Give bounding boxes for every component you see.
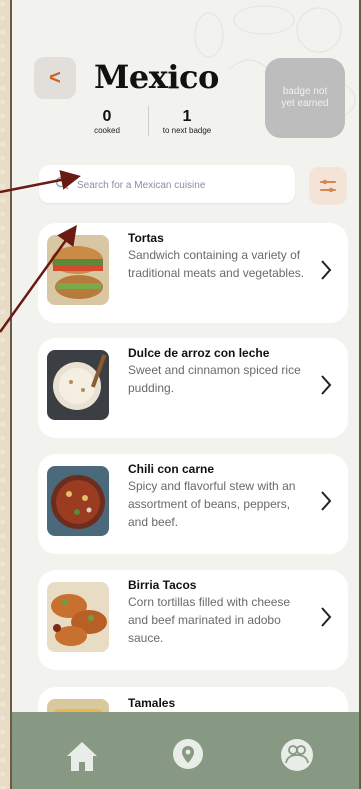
dish-description: Sweet and cinnamon spiced rice pudding.: [128, 363, 301, 395]
dish-card[interactable]: Birria Tacos Corn tortillas filled with …: [38, 570, 348, 670]
badge-status-text: badge not yet earned: [281, 86, 329, 109]
cooked-stat: 0 cooked: [72, 108, 142, 136]
dish-name: Tortas: [128, 231, 164, 245]
search-bar[interactable]: [39, 165, 295, 205]
dish-description: Corn tortillas filled with cheese and be…: [128, 595, 291, 645]
back-button[interactable]: <: [34, 57, 76, 99]
cooked-label: cooked: [94, 126, 120, 135]
chevron-right-icon: [321, 260, 332, 280]
dish-name: Dulce de arroz con leche: [128, 346, 270, 360]
dish-image: [47, 582, 109, 652]
search-input[interactable]: [75, 165, 289, 205]
home-icon[interactable]: [64, 738, 100, 774]
badge-placeholder[interactable]: badge not yet earned: [265, 58, 345, 138]
dish-description: Sandwich containing a variety of traditi…: [128, 248, 305, 280]
sliders-icon: [320, 179, 336, 193]
filter-button[interactable]: [309, 167, 347, 205]
dish-image: [47, 466, 109, 536]
next-badge-stat: 1 to next badge: [152, 108, 222, 136]
dish-name: Tamales: [128, 696, 176, 710]
cooked-count: 0: [102, 108, 112, 125]
dish-description: Spicy and flavorful stew with an assortm…: [128, 479, 296, 529]
dish-card[interactable]: Chili con carne Spicy and flavorful stew…: [38, 454, 348, 554]
chevron-right-icon: [321, 607, 332, 627]
dish-name: Birria Tacos: [128, 578, 197, 592]
page-title: Mexico: [94, 58, 219, 96]
dish-image: [47, 235, 109, 305]
next-badge-count: 1: [182, 108, 192, 125]
chevron-right-icon: [321, 491, 332, 511]
dish-card[interactable]: Tortas Sandwich containing a variety of …: [38, 223, 348, 323]
app-screen: < Mexico 0 cooked 1 to next badge badge …: [10, 0, 361, 789]
chevron-right-icon: [321, 375, 332, 395]
community-icon[interactable]: [280, 738, 314, 772]
chevron-left-icon: <: [49, 67, 61, 89]
search-icon: [55, 176, 69, 190]
next-badge-label: to next badge: [162, 126, 212, 135]
stat-divider: [148, 106, 149, 136]
dish-card[interactable]: Dulce de arroz con leche Sweet and cinna…: [38, 338, 348, 438]
dish-image: [47, 350, 109, 420]
dish-name: Chili con carne: [128, 462, 215, 476]
location-pin-icon[interactable]: [172, 738, 204, 774]
